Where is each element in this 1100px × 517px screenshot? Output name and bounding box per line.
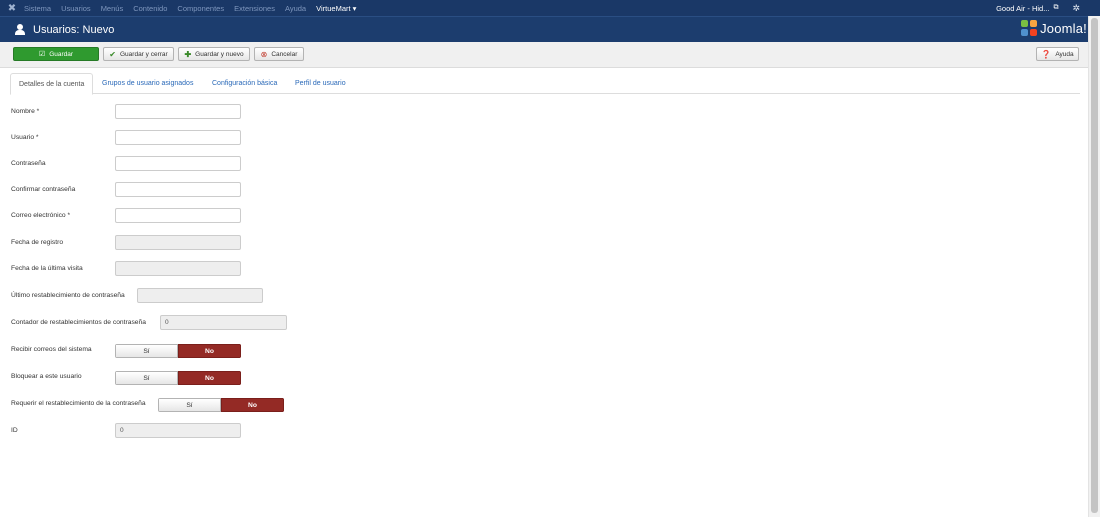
save-new-label: Guardar y nuevo: [195, 50, 244, 58]
password-label: Contraseña: [11, 160, 46, 167]
confirm-password-label: Confirmar contraseña: [11, 186, 76, 193]
menu-contenido[interactable]: Contenido: [133, 4, 167, 13]
user-icon: [15, 24, 25, 35]
top-menu: Sistema Usuarios Menús Contenido Compone…: [24, 0, 366, 16]
name-label: Nombre *: [11, 108, 40, 115]
save-button[interactable]: ☑ Guardar: [13, 47, 99, 61]
joomla-brand: Joomla!: [1021, 20, 1087, 36]
tab-basic-settings[interactable]: Configuración básica: [204, 73, 285, 94]
email-input[interactable]: [115, 208, 241, 223]
block-user-no-button[interactable]: No: [178, 371, 241, 385]
save-button-label: Guardar: [49, 50, 74, 58]
save-close-button[interactable]: ✔ Guardar y cerrar: [103, 47, 174, 61]
require-reset-no-button[interactable]: No: [221, 398, 284, 412]
tab-account-details[interactable]: Detalles de la cuenta: [10, 73, 94, 95]
menu-componentes[interactable]: Componentes: [177, 4, 224, 13]
save-close-label: Guardar y cerrar: [120, 50, 168, 58]
reset-count-field: 0: [160, 315, 287, 330]
register-date-field: [115, 235, 241, 250]
last-reset-label: Último restablecimiento de contraseña: [11, 292, 125, 299]
require-reset-toggle: Sí No: [158, 398, 284, 412]
require-reset-label: Requerir el restablecimiento de la contr…: [11, 400, 146, 407]
id-field: 0: [115, 423, 241, 438]
menu-menus[interactable]: Menús: [101, 4, 124, 13]
id-label: ID: [11, 427, 18, 434]
reset-count-label: Contador de restablecimientos de contras…: [11, 319, 146, 326]
username-input[interactable]: [115, 130, 241, 145]
cancel-label: Cancelar: [271, 50, 298, 58]
send-email-yes-button[interactable]: Sí: [115, 344, 178, 358]
check-icon: ✔: [109, 49, 116, 59]
save-new-button[interactable]: ✚ Guardar y nuevo: [178, 47, 250, 61]
register-date-label: Fecha de registro: [11, 239, 64, 246]
top-right-area: Good Air - Hid... ⧉ ✲: [996, 0, 1080, 16]
last-visit-label: Fecha de la última visita: [11, 265, 83, 272]
last-visit-field: [115, 261, 241, 276]
menu-virtuemart[interactable]: VirtueMart ▾: [316, 4, 356, 13]
block-user-yes-button[interactable]: Sí: [115, 371, 178, 385]
send-email-no-button[interactable]: No: [178, 344, 241, 358]
confirm-password-input[interactable]: [115, 182, 241, 197]
brand-text: Joomla!: [1040, 20, 1087, 36]
page-header: Usuarios: Nuevo Joomla!: [0, 16, 1100, 42]
vertical-scrollbar[interactable]: [1088, 16, 1100, 517]
cancel-button[interactable]: ⊗ Cancelar: [254, 47, 304, 61]
tab-bar: Detalles de la cuenta Grupos de usuario …: [10, 73, 1080, 95]
menu-extensiones[interactable]: Extensiones: [234, 4, 275, 13]
question-icon: ❓: [1041, 49, 1052, 59]
plus-icon: ✚: [184, 49, 192, 59]
joomla-logo-icon: [1021, 20, 1038, 36]
send-email-label: Recibir correos del sistema: [11, 346, 92, 353]
tab-assigned-groups[interactable]: Grupos de usuario asignados: [94, 73, 201, 94]
tab-user-profile[interactable]: Perfil de usuario: [287, 73, 354, 94]
save-icon: ☑: [38, 51, 46, 58]
last-reset-field: [137, 288, 263, 303]
password-input[interactable]: [115, 156, 241, 171]
scrollbar-thumb[interactable]: [1091, 18, 1098, 513]
page-title: Usuarios: Nuevo: [33, 23, 115, 36]
toolbar: ☑ Guardar ✔ Guardar y cerrar ✚ Guardar y…: [0, 42, 1088, 68]
send-email-toggle: Sí No: [115, 344, 241, 358]
external-link-icon[interactable]: ⧉: [1053, 4, 1058, 12]
name-input[interactable]: [115, 104, 241, 119]
admin-menubar: ✖ Sistema Usuarios Menús Contenido Compo…: [0, 0, 1100, 16]
require-reset-yes-button[interactable]: Sí: [158, 398, 221, 412]
joomla-logo-icon[interactable]: ✖: [0, 0, 24, 16]
help-label: Ayuda: [1055, 50, 1074, 58]
username-label: Usuario *: [11, 134, 39, 141]
menu-ayuda[interactable]: Ayuda: [285, 4, 306, 13]
help-button[interactable]: ❓ Ayuda: [1036, 47, 1079, 61]
menu-usuarios[interactable]: Usuarios: [61, 4, 91, 13]
gear-icon[interactable]: ✲: [1072, 3, 1080, 14]
menu-sistema[interactable]: Sistema: [24, 4, 51, 13]
site-link[interactable]: Good Air - Hid...: [996, 4, 1049, 13]
block-user-label: Bloquear a este usuario: [11, 373, 82, 380]
email-label: Correo electrónico *: [11, 212, 71, 219]
cancel-icon: ⊗: [260, 49, 268, 59]
block-user-toggle: Sí No: [115, 371, 241, 385]
